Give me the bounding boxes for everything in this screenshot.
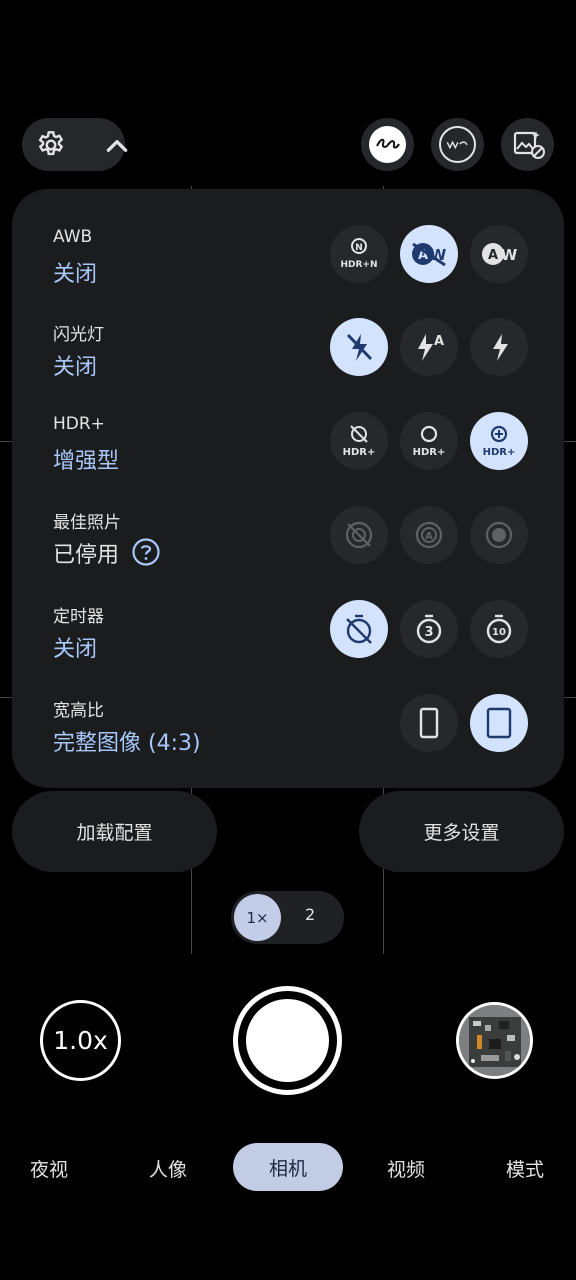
gallery-thumbnail[interactable] bbox=[456, 1002, 533, 1079]
hdr-off-icon: HDR+ bbox=[343, 425, 376, 458]
awb-option-off[interactable]: A W bbox=[400, 225, 458, 283]
flash-option-auto[interactable]: A bbox=[400, 318, 458, 376]
zoom-selector: 1× 2 bbox=[231, 891, 344, 944]
flash-option-on[interactable] bbox=[470, 318, 528, 376]
mode-portrait[interactable]: 人像 bbox=[149, 1155, 187, 1182]
svg-text:HDR+: HDR+ bbox=[413, 447, 446, 458]
timer-option-3s[interactable]: 3 bbox=[400, 600, 458, 658]
svg-text:HDR+N: HDR+N bbox=[340, 260, 377, 270]
hdr-option-on[interactable]: HDR+ bbox=[400, 412, 458, 470]
svg-text:A: A bbox=[434, 334, 444, 349]
gear-icon bbox=[38, 131, 64, 156]
more-settings-button[interactable]: 更多设置 bbox=[359, 791, 564, 872]
flash-option-off[interactable] bbox=[330, 318, 388, 376]
awb-off-icon: A W bbox=[412, 242, 447, 267]
timer-label: 定时器 bbox=[53, 607, 104, 627]
zoom-level-button[interactable]: 1.0x bbox=[40, 1000, 121, 1081]
svg-text:10: 10 bbox=[492, 627, 506, 638]
watermark-button[interactable] bbox=[431, 118, 484, 171]
hdr-on-icon: HDR+ bbox=[413, 425, 446, 458]
image-sparkle-off-icon bbox=[513, 131, 545, 159]
photo-effects-button[interactable] bbox=[501, 118, 554, 171]
flash-label: 闪光灯 bbox=[53, 325, 104, 345]
awb-option-auto[interactable]: A W bbox=[470, 225, 528, 283]
svg-text:A: A bbox=[425, 531, 433, 542]
aspect-ratio-value: 完整图像 (4:3) bbox=[53, 731, 201, 756]
mode-camera[interactable]: 相机 bbox=[233, 1143, 343, 1191]
best-shot-value: 已停用 bbox=[53, 543, 120, 568]
thumbnail-image bbox=[459, 1005, 530, 1076]
aspect-option-full[interactable] bbox=[470, 694, 528, 752]
timer-3-icon: 3 bbox=[416, 614, 442, 644]
mode-night[interactable]: 夜视 bbox=[30, 1155, 68, 1182]
best-shot-auto-icon: A bbox=[415, 521, 443, 549]
mode-more[interactable]: 模式 bbox=[506, 1155, 544, 1182]
leica-logo-icon bbox=[369, 126, 406, 163]
aspect-ratio-label: 宽高比 bbox=[53, 701, 104, 721]
timer-off-icon bbox=[346, 614, 372, 644]
best-shot-option-auto[interactable]: A bbox=[400, 506, 458, 564]
hdr-value: 增强型 bbox=[53, 449, 120, 474]
flash-on-icon bbox=[493, 334, 508, 361]
best-shot-option-on[interactable] bbox=[470, 506, 528, 564]
aspect-full-icon bbox=[486, 707, 512, 739]
timer-value: 关闭 bbox=[53, 637, 98, 662]
svg-text:HDR+: HDR+ bbox=[343, 447, 376, 458]
svg-text:HDR+: HDR+ bbox=[483, 447, 516, 458]
flash-value: 关闭 bbox=[53, 355, 98, 380]
shutter-button[interactable] bbox=[233, 986, 342, 1095]
hdr-label: HDR+ bbox=[53, 414, 105, 434]
svg-text:A: A bbox=[488, 248, 498, 263]
mode-video[interactable]: 视频 bbox=[387, 1155, 425, 1182]
chevron-up-icon bbox=[106, 140, 128, 152]
help-icon[interactable] bbox=[131, 537, 161, 567]
best-shot-off-icon bbox=[345, 521, 373, 549]
timer-option-off[interactable] bbox=[330, 600, 388, 658]
awb-option-hdr-n[interactable]: N HDR+N bbox=[330, 225, 388, 283]
watermark-icon bbox=[439, 126, 476, 163]
awb-value: 关闭 bbox=[53, 262, 98, 287]
awb-label: AWB bbox=[53, 227, 93, 247]
svg-text:3: 3 bbox=[424, 625, 433, 640]
best-shot-on-icon bbox=[485, 521, 513, 549]
flash-off-icon bbox=[346, 333, 373, 361]
aspect-option-tall[interactable] bbox=[400, 694, 458, 752]
timer-option-10s[interactable]: 10 bbox=[470, 600, 528, 658]
shutter-core bbox=[246, 999, 329, 1082]
best-shot-label: 最佳照片 bbox=[53, 513, 121, 533]
flash-auto-icon: A bbox=[418, 334, 444, 361]
best-shot-option-off[interactable] bbox=[330, 506, 388, 564]
hdr-option-off[interactable]: HDR+ bbox=[330, 412, 388, 470]
svg-text:N: N bbox=[355, 243, 363, 253]
aspect-tall-icon bbox=[419, 707, 439, 739]
zoom-2x-button[interactable]: 2 bbox=[305, 905, 315, 924]
timer-10-icon: 10 bbox=[486, 614, 512, 644]
settings-toggle-button[interactable] bbox=[22, 118, 128, 171]
leica-button[interactable] bbox=[361, 118, 414, 171]
hdr-enhanced-icon: HDR+ bbox=[483, 425, 516, 458]
zoom-1x-button[interactable]: 1× bbox=[234, 894, 281, 941]
svg-text:W: W bbox=[501, 246, 518, 264]
load-config-button[interactable]: 加载配置 bbox=[12, 791, 217, 872]
awb-auto-icon: A W bbox=[482, 243, 518, 265]
hdr-n-icon: N HDR+N bbox=[340, 238, 378, 270]
hdr-option-enhanced[interactable]: HDR+ bbox=[470, 412, 528, 470]
